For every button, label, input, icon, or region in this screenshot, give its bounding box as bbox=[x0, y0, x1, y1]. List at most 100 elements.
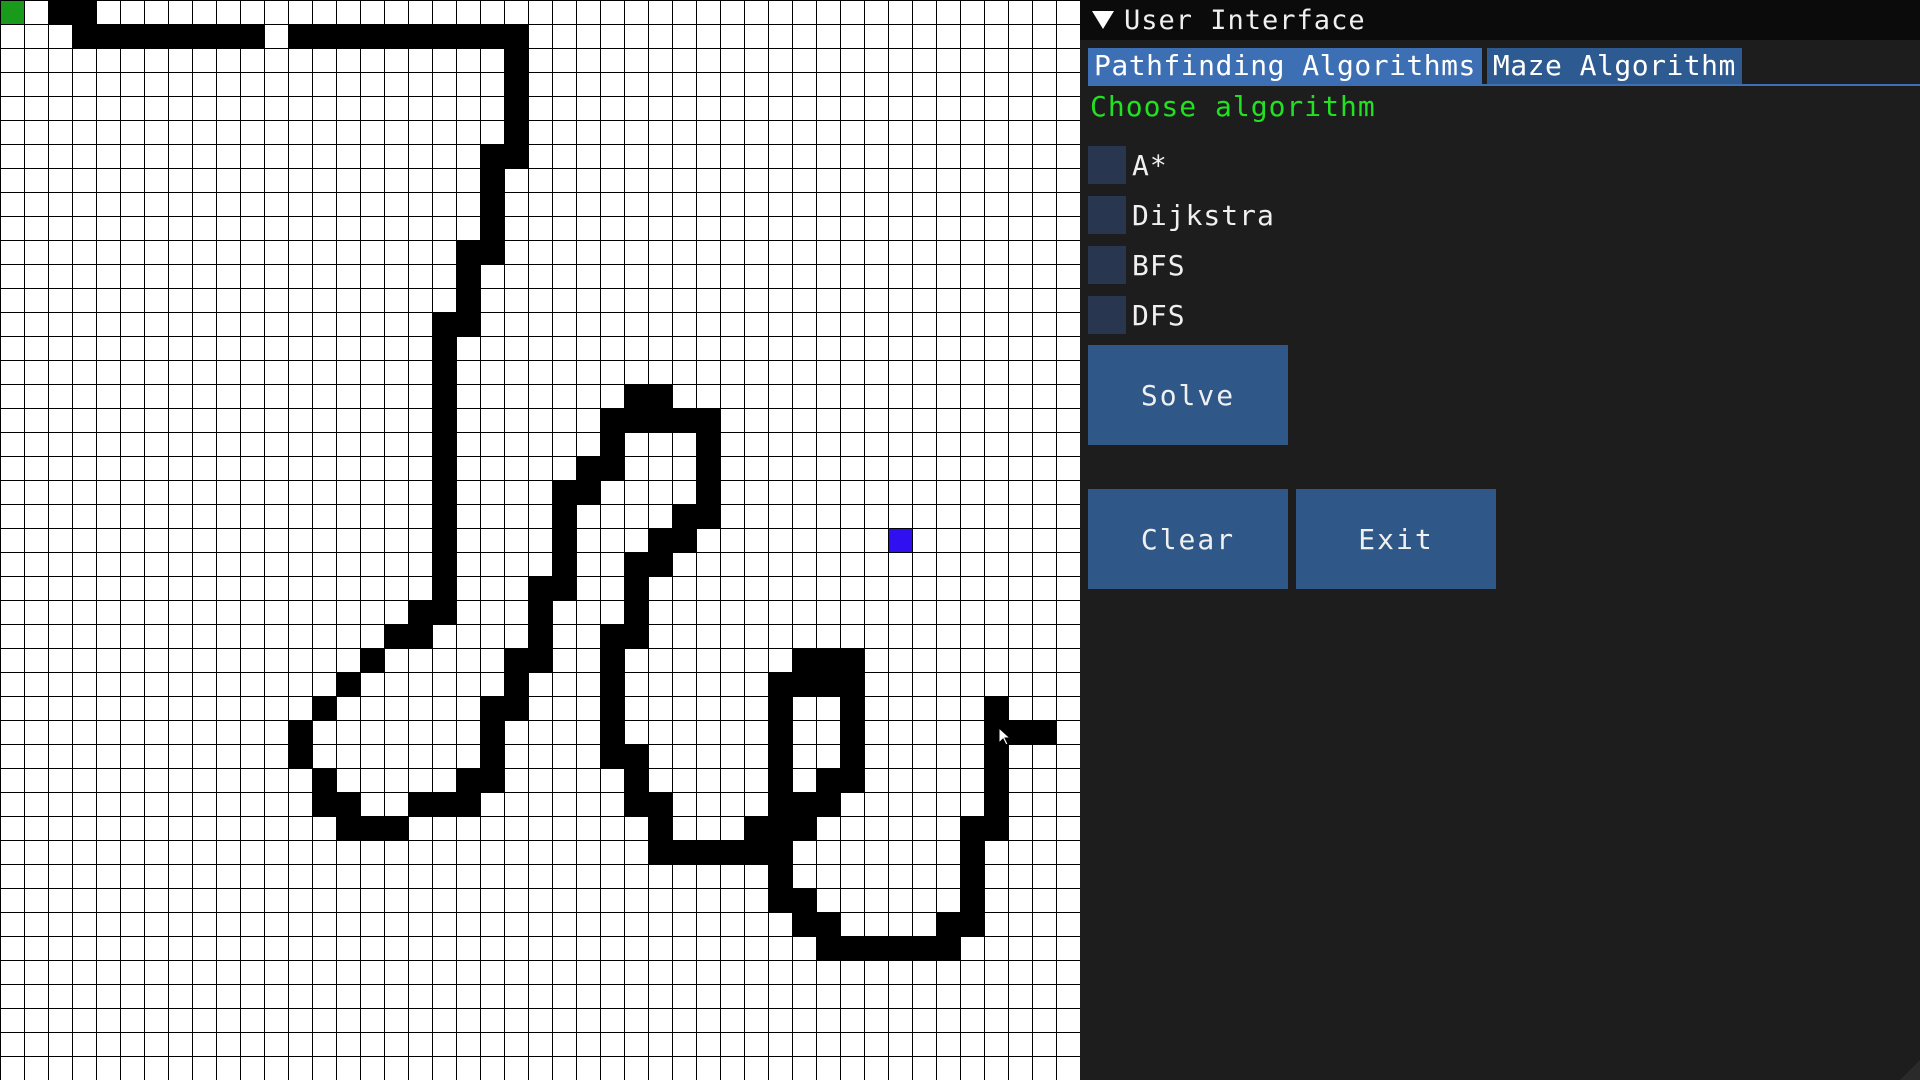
wall-cell[interactable] bbox=[168, 24, 192, 48]
wall-cell[interactable] bbox=[504, 24, 528, 48]
wall-cell[interactable] bbox=[864, 936, 888, 960]
wall-cell[interactable] bbox=[792, 816, 816, 840]
wall-cell[interactable] bbox=[960, 864, 984, 888]
wall-cell[interactable] bbox=[456, 792, 480, 816]
wall-cell[interactable] bbox=[120, 24, 144, 48]
wall-cell[interactable] bbox=[768, 768, 792, 792]
start-cell[interactable] bbox=[0, 0, 24, 24]
wall-cell[interactable] bbox=[696, 408, 720, 432]
wall-cell[interactable] bbox=[600, 744, 624, 768]
wall-cell[interactable] bbox=[360, 24, 384, 48]
wall-cell[interactable] bbox=[288, 24, 312, 48]
title-bar[interactable]: User Interface bbox=[1080, 0, 1920, 40]
wall-cell[interactable] bbox=[48, 0, 72, 24]
wall-cell[interactable] bbox=[360, 816, 384, 840]
wall-cell[interactable] bbox=[456, 240, 480, 264]
wall-cell[interactable] bbox=[648, 528, 672, 552]
wall-cell[interactable] bbox=[336, 816, 360, 840]
wall-cell[interactable] bbox=[96, 24, 120, 48]
wall-cell[interactable] bbox=[696, 480, 720, 504]
wall-cell[interactable] bbox=[240, 24, 264, 48]
wall-cell[interactable] bbox=[576, 456, 600, 480]
wall-cell[interactable] bbox=[1008, 720, 1032, 744]
wall-cell[interactable] bbox=[768, 816, 792, 840]
wall-cell[interactable] bbox=[600, 696, 624, 720]
wall-cell[interactable] bbox=[432, 576, 456, 600]
tab-maze-algorithm[interactable]: Maze Algorithm bbox=[1486, 48, 1742, 84]
wall-cell[interactable] bbox=[672, 408, 696, 432]
wall-cell[interactable] bbox=[408, 624, 432, 648]
wall-cell[interactable] bbox=[744, 840, 768, 864]
algorithm-option-astar[interactable]: A* bbox=[1088, 145, 1168, 185]
grid-canvas[interactable] bbox=[0, 0, 1080, 1080]
wall-cell[interactable] bbox=[504, 120, 528, 144]
wall-cell[interactable] bbox=[624, 792, 648, 816]
wall-cell[interactable] bbox=[792, 648, 816, 672]
wall-cell[interactable] bbox=[648, 840, 672, 864]
wall-cell[interactable] bbox=[624, 408, 648, 432]
wall-cell[interactable] bbox=[960, 912, 984, 936]
wall-cell[interactable] bbox=[432, 24, 456, 48]
wall-cell[interactable] bbox=[768, 672, 792, 696]
wall-cell[interactable] bbox=[1032, 720, 1056, 744]
wall-cell[interactable] bbox=[552, 552, 576, 576]
wall-cell[interactable] bbox=[336, 792, 360, 816]
wall-cell[interactable] bbox=[456, 312, 480, 336]
wall-cell[interactable] bbox=[600, 672, 624, 696]
wall-cell[interactable] bbox=[216, 24, 240, 48]
wall-cell[interactable] bbox=[672, 840, 696, 864]
wall-cell[interactable] bbox=[480, 720, 504, 744]
wall-cell[interactable] bbox=[456, 264, 480, 288]
resize-grip-icon[interactable] bbox=[1900, 1060, 1920, 1080]
wall-cell[interactable] bbox=[504, 96, 528, 120]
wall-cell[interactable] bbox=[768, 792, 792, 816]
wall-cell[interactable] bbox=[432, 432, 456, 456]
wall-cell[interactable] bbox=[144, 24, 168, 48]
wall-cell[interactable] bbox=[720, 840, 744, 864]
wall-cell[interactable] bbox=[912, 936, 936, 960]
wall-cell[interactable] bbox=[936, 936, 960, 960]
wall-cell[interactable] bbox=[672, 504, 696, 528]
wall-cell[interactable] bbox=[480, 24, 504, 48]
wall-cell[interactable] bbox=[480, 744, 504, 768]
wall-cell[interactable] bbox=[432, 456, 456, 480]
wall-cell[interactable] bbox=[816, 792, 840, 816]
wall-cell[interactable] bbox=[480, 240, 504, 264]
wall-cell[interactable] bbox=[624, 744, 648, 768]
wall-cell[interactable] bbox=[552, 528, 576, 552]
wall-cell[interactable] bbox=[984, 744, 1008, 768]
wall-cell[interactable] bbox=[408, 792, 432, 816]
wall-cell[interactable] bbox=[600, 432, 624, 456]
wall-cell[interactable] bbox=[840, 672, 864, 696]
checkbox-dfs[interactable] bbox=[1088, 296, 1126, 334]
wall-cell[interactable] bbox=[768, 888, 792, 912]
wall-cell[interactable] bbox=[504, 144, 528, 168]
solve-button[interactable]: Solve bbox=[1088, 345, 1288, 445]
wall-cell[interactable] bbox=[480, 144, 504, 168]
wall-cell[interactable] bbox=[624, 768, 648, 792]
wall-cell[interactable] bbox=[984, 816, 1008, 840]
wall-cell[interactable] bbox=[288, 720, 312, 744]
wall-cell[interactable] bbox=[432, 600, 456, 624]
wall-cell[interactable] bbox=[504, 696, 528, 720]
wall-cell[interactable] bbox=[504, 72, 528, 96]
end-cell[interactable] bbox=[888, 528, 912, 552]
wall-cell[interactable] bbox=[792, 672, 816, 696]
wall-cell[interactable] bbox=[504, 48, 528, 72]
wall-cell[interactable] bbox=[384, 24, 408, 48]
wall-cell[interactable] bbox=[696, 840, 720, 864]
wall-cell[interactable] bbox=[432, 504, 456, 528]
wall-cell[interactable] bbox=[816, 768, 840, 792]
wall-cell[interactable] bbox=[936, 912, 960, 936]
wall-cell[interactable] bbox=[624, 624, 648, 648]
wall-cell[interactable] bbox=[768, 840, 792, 864]
checkbox-bfs[interactable] bbox=[1088, 246, 1126, 284]
wall-cell[interactable] bbox=[672, 528, 696, 552]
wall-cell[interactable] bbox=[816, 672, 840, 696]
wall-cell[interactable] bbox=[984, 720, 1008, 744]
wall-cell[interactable] bbox=[312, 24, 336, 48]
wall-cell[interactable] bbox=[816, 912, 840, 936]
wall-cell[interactable] bbox=[768, 696, 792, 720]
wall-cell[interactable] bbox=[600, 720, 624, 744]
wall-cell[interactable] bbox=[600, 624, 624, 648]
